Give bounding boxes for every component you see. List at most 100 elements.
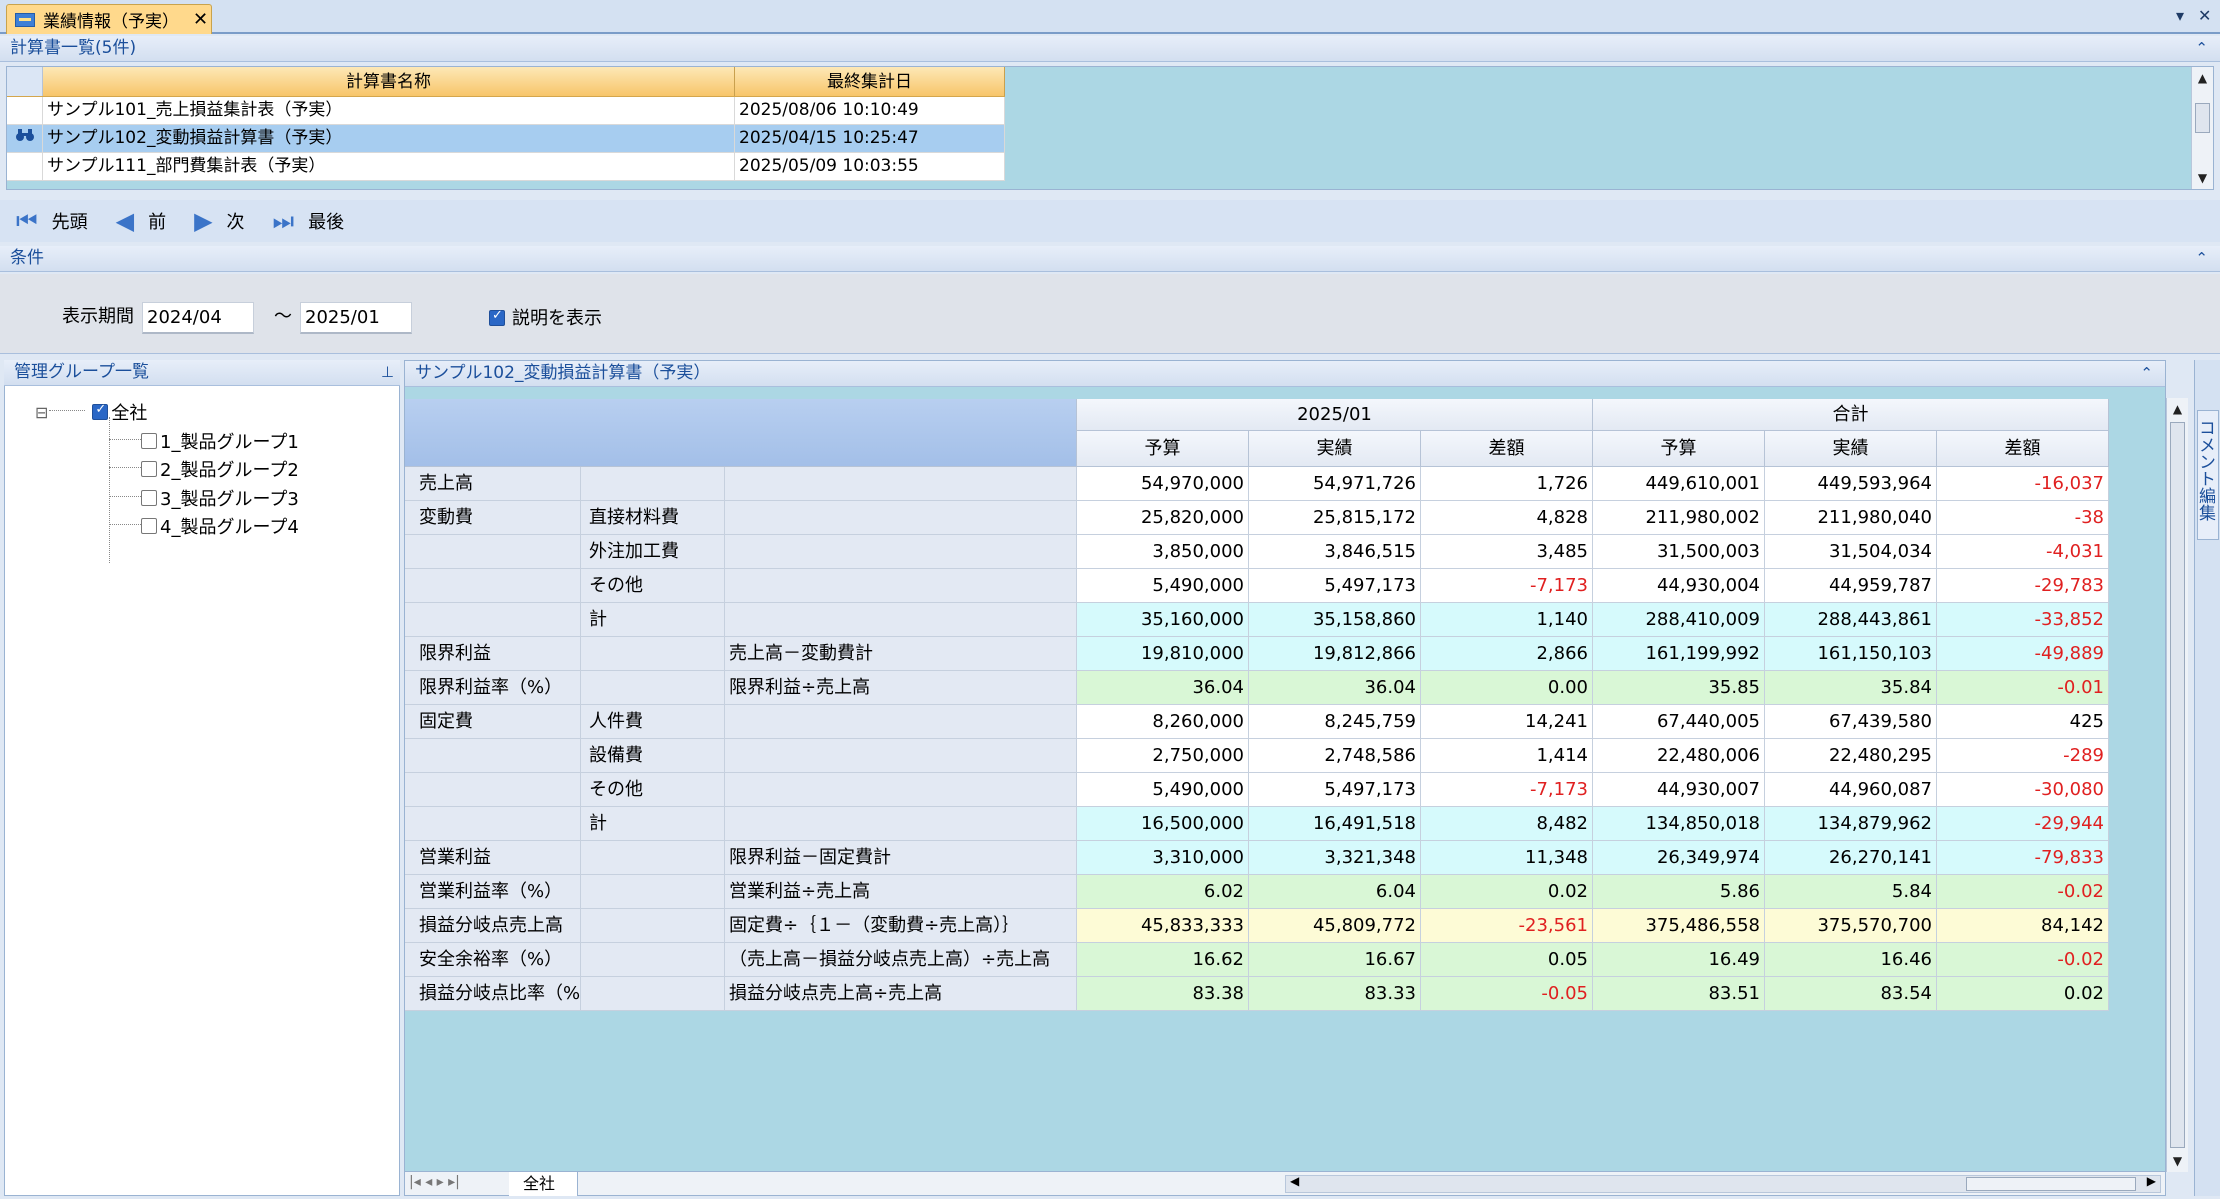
scroll-right-icon[interactable]: ▶ <box>2147 1174 2156 1188</box>
document-tab[interactable]: 業績情報（予実） ✕ <box>6 4 212 34</box>
value-cell[interactable]: 83.51 <box>1593 977 1765 1011</box>
value-cell[interactable]: 3,321,348 <box>1249 841 1421 875</box>
value-cell[interactable]: 1,414 <box>1421 739 1593 773</box>
value-cell[interactable]: 31,504,034 <box>1765 535 1937 569</box>
value-cell[interactable]: -4,031 <box>1937 535 2109 569</box>
value-cell[interactable]: 3,310,000 <box>1077 841 1249 875</box>
value-cell[interactable]: 0.02 <box>1937 977 2109 1011</box>
scroll-up-icon[interactable]: ▲ <box>2167 398 2188 420</box>
close-tab-icon[interactable]: ✕ <box>193 9 208 30</box>
value-cell[interactable]: -49,889 <box>1937 637 2109 671</box>
value-cell[interactable]: 44,960,087 <box>1765 773 1937 807</box>
value-cell[interactable]: -289 <box>1937 739 2109 773</box>
value-cell[interactable]: 6.04 <box>1249 875 1421 909</box>
scroll-thumb[interactable] <box>1966 1177 2136 1191</box>
value-cell[interactable]: 8,245,759 <box>1249 705 1421 739</box>
value-cell[interactable]: 35,160,000 <box>1077 603 1249 637</box>
value-cell[interactable]: 25,820,000 <box>1077 501 1249 535</box>
list-row[interactable]: サンプル111_部門費集計表（予実） 2025/05/09 10:03:55 <box>7 153 1005 181</box>
value-cell[interactable]: 83.33 <box>1249 977 1421 1011</box>
value-cell[interactable]: 36.04 <box>1077 671 1249 705</box>
value-cell[interactable]: 67,439,580 <box>1765 705 1937 739</box>
value-cell[interactable]: 5.84 <box>1765 875 1937 909</box>
value-cell[interactable]: 84,142 <box>1937 909 2109 943</box>
value-cell[interactable]: 3,850,000 <box>1077 535 1249 569</box>
item-checkbox[interactable] <box>141 461 157 477</box>
comment-edit-tab[interactable]: コメント編集 <box>2195 410 2219 540</box>
next-button[interactable]: ▶ 次 <box>194 208 244 234</box>
tree-item[interactable]: 1_製品グループ1 <box>141 428 299 454</box>
scroll-down-icon[interactable]: ▼ <box>2192 167 2213 189</box>
value-cell[interactable]: -16,037 <box>1937 467 2109 501</box>
close-window-icon[interactable]: ✕ <box>2198 6 2211 25</box>
value-cell[interactable]: 26,349,974 <box>1593 841 1765 875</box>
show-description-checkbox[interactable] <box>489 308 505 326</box>
period-from-input[interactable]: 2024/04 <box>142 302 254 334</box>
value-cell[interactable]: 0.05 <box>1421 943 1593 977</box>
value-cell[interactable]: 54,971,726 <box>1249 467 1421 501</box>
value-cell[interactable]: -33,852 <box>1937 603 2109 637</box>
scroll-up-icon[interactable]: ▲ <box>2192 67 2213 89</box>
value-cell[interactable]: 449,593,964 <box>1765 467 1937 501</box>
value-cell[interactable]: 5,497,173 <box>1249 569 1421 603</box>
value-cell[interactable]: 5,490,000 <box>1077 773 1249 807</box>
scroll-thumb[interactable] <box>2170 422 2185 1148</box>
value-cell[interactable]: 44,930,004 <box>1593 569 1765 603</box>
value-cell[interactable]: 22,480,006 <box>1593 739 1765 773</box>
value-cell[interactable]: -7,173 <box>1421 773 1593 807</box>
tree-root[interactable]: ⊟ 全社 <box>35 399 147 425</box>
value-cell[interactable]: 1,140 <box>1421 603 1593 637</box>
last-button[interactable]: ⏭ 最後 <box>273 208 345 234</box>
value-cell[interactable]: 26,270,141 <box>1765 841 1937 875</box>
scroll-thumb[interactable] <box>2195 103 2210 133</box>
value-cell[interactable]: 0.02 <box>1421 875 1593 909</box>
value-cell[interactable]: 2,866 <box>1421 637 1593 671</box>
column-header-date[interactable]: 最終集計日 <box>735 67 1005 96</box>
value-cell[interactable]: 67,440,005 <box>1593 705 1765 739</box>
horizontal-scrollbar[interactable]: ◀ ▶ <box>1285 1174 2161 1193</box>
collapse-up-icon[interactable]: ⌃ <box>2195 36 2208 61</box>
value-cell[interactable]: 16.49 <box>1593 943 1765 977</box>
tree-item[interactable]: 3_製品グループ3 <box>141 485 299 511</box>
value-cell[interactable]: 288,443,861 <box>1765 603 1937 637</box>
value-cell[interactable]: -0.02 <box>1937 875 2109 909</box>
value-cell[interactable]: 2,750,000 <box>1077 739 1249 773</box>
value-cell[interactable]: 449,610,001 <box>1593 467 1765 501</box>
prev-button[interactable]: ◀ 前 <box>116 208 166 234</box>
tree-item[interactable]: 2_製品グループ2 <box>141 456 299 482</box>
value-cell[interactable]: -23,561 <box>1421 909 1593 943</box>
value-cell[interactable]: 19,812,866 <box>1249 637 1421 671</box>
value-cell[interactable]: 4,828 <box>1421 501 1593 535</box>
value-cell[interactable]: 25,815,172 <box>1249 501 1421 535</box>
value-cell[interactable]: 5.86 <box>1593 875 1765 909</box>
value-cell[interactable]: -79,833 <box>1937 841 2109 875</box>
scroll-down-icon[interactable]: ▼ <box>2167 1150 2188 1172</box>
value-cell[interactable]: 288,410,009 <box>1593 603 1765 637</box>
value-cell[interactable]: 0.00 <box>1421 671 1593 705</box>
value-cell[interactable]: 44,959,787 <box>1765 569 1937 603</box>
value-cell[interactable]: 375,570,700 <box>1765 909 1937 943</box>
value-cell[interactable]: -38 <box>1937 501 2109 535</box>
value-cell[interactable]: 19,810,000 <box>1077 637 1249 671</box>
value-cell[interactable]: 161,150,103 <box>1765 637 1937 671</box>
value-cell[interactable]: 83.38 <box>1077 977 1249 1011</box>
value-cell[interactable]: 83.54 <box>1765 977 1937 1011</box>
period-to-input[interactable]: 2025/01 <box>300 302 412 334</box>
value-cell[interactable]: 375,486,558 <box>1593 909 1765 943</box>
value-cell[interactable]: -7,173 <box>1421 569 1593 603</box>
value-cell[interactable]: 1,726 <box>1421 467 1593 501</box>
item-checkbox[interactable] <box>141 518 157 534</box>
value-cell[interactable]: 3,485 <box>1421 535 1593 569</box>
collapse-up-icon[interactable]: ⌃ <box>2195 246 2208 271</box>
value-cell[interactable]: 161,199,992 <box>1593 637 1765 671</box>
select-all-corner[interactable] <box>7 67 43 96</box>
value-cell[interactable]: -0.02 <box>1937 943 2109 977</box>
list-scrollbar[interactable]: ▲ ▼ <box>2191 67 2213 189</box>
value-cell[interactable]: 36.04 <box>1249 671 1421 705</box>
value-cell[interactable]: 16,500,000 <box>1077 807 1249 841</box>
value-cell[interactable]: 45,809,772 <box>1249 909 1421 943</box>
value-cell[interactable]: 2,748,586 <box>1249 739 1421 773</box>
scroll-left-icon[interactable]: ◀ <box>1290 1174 1299 1188</box>
value-cell[interactable]: 6.02 <box>1077 875 1249 909</box>
root-checkbox[interactable] <box>92 402 109 420</box>
